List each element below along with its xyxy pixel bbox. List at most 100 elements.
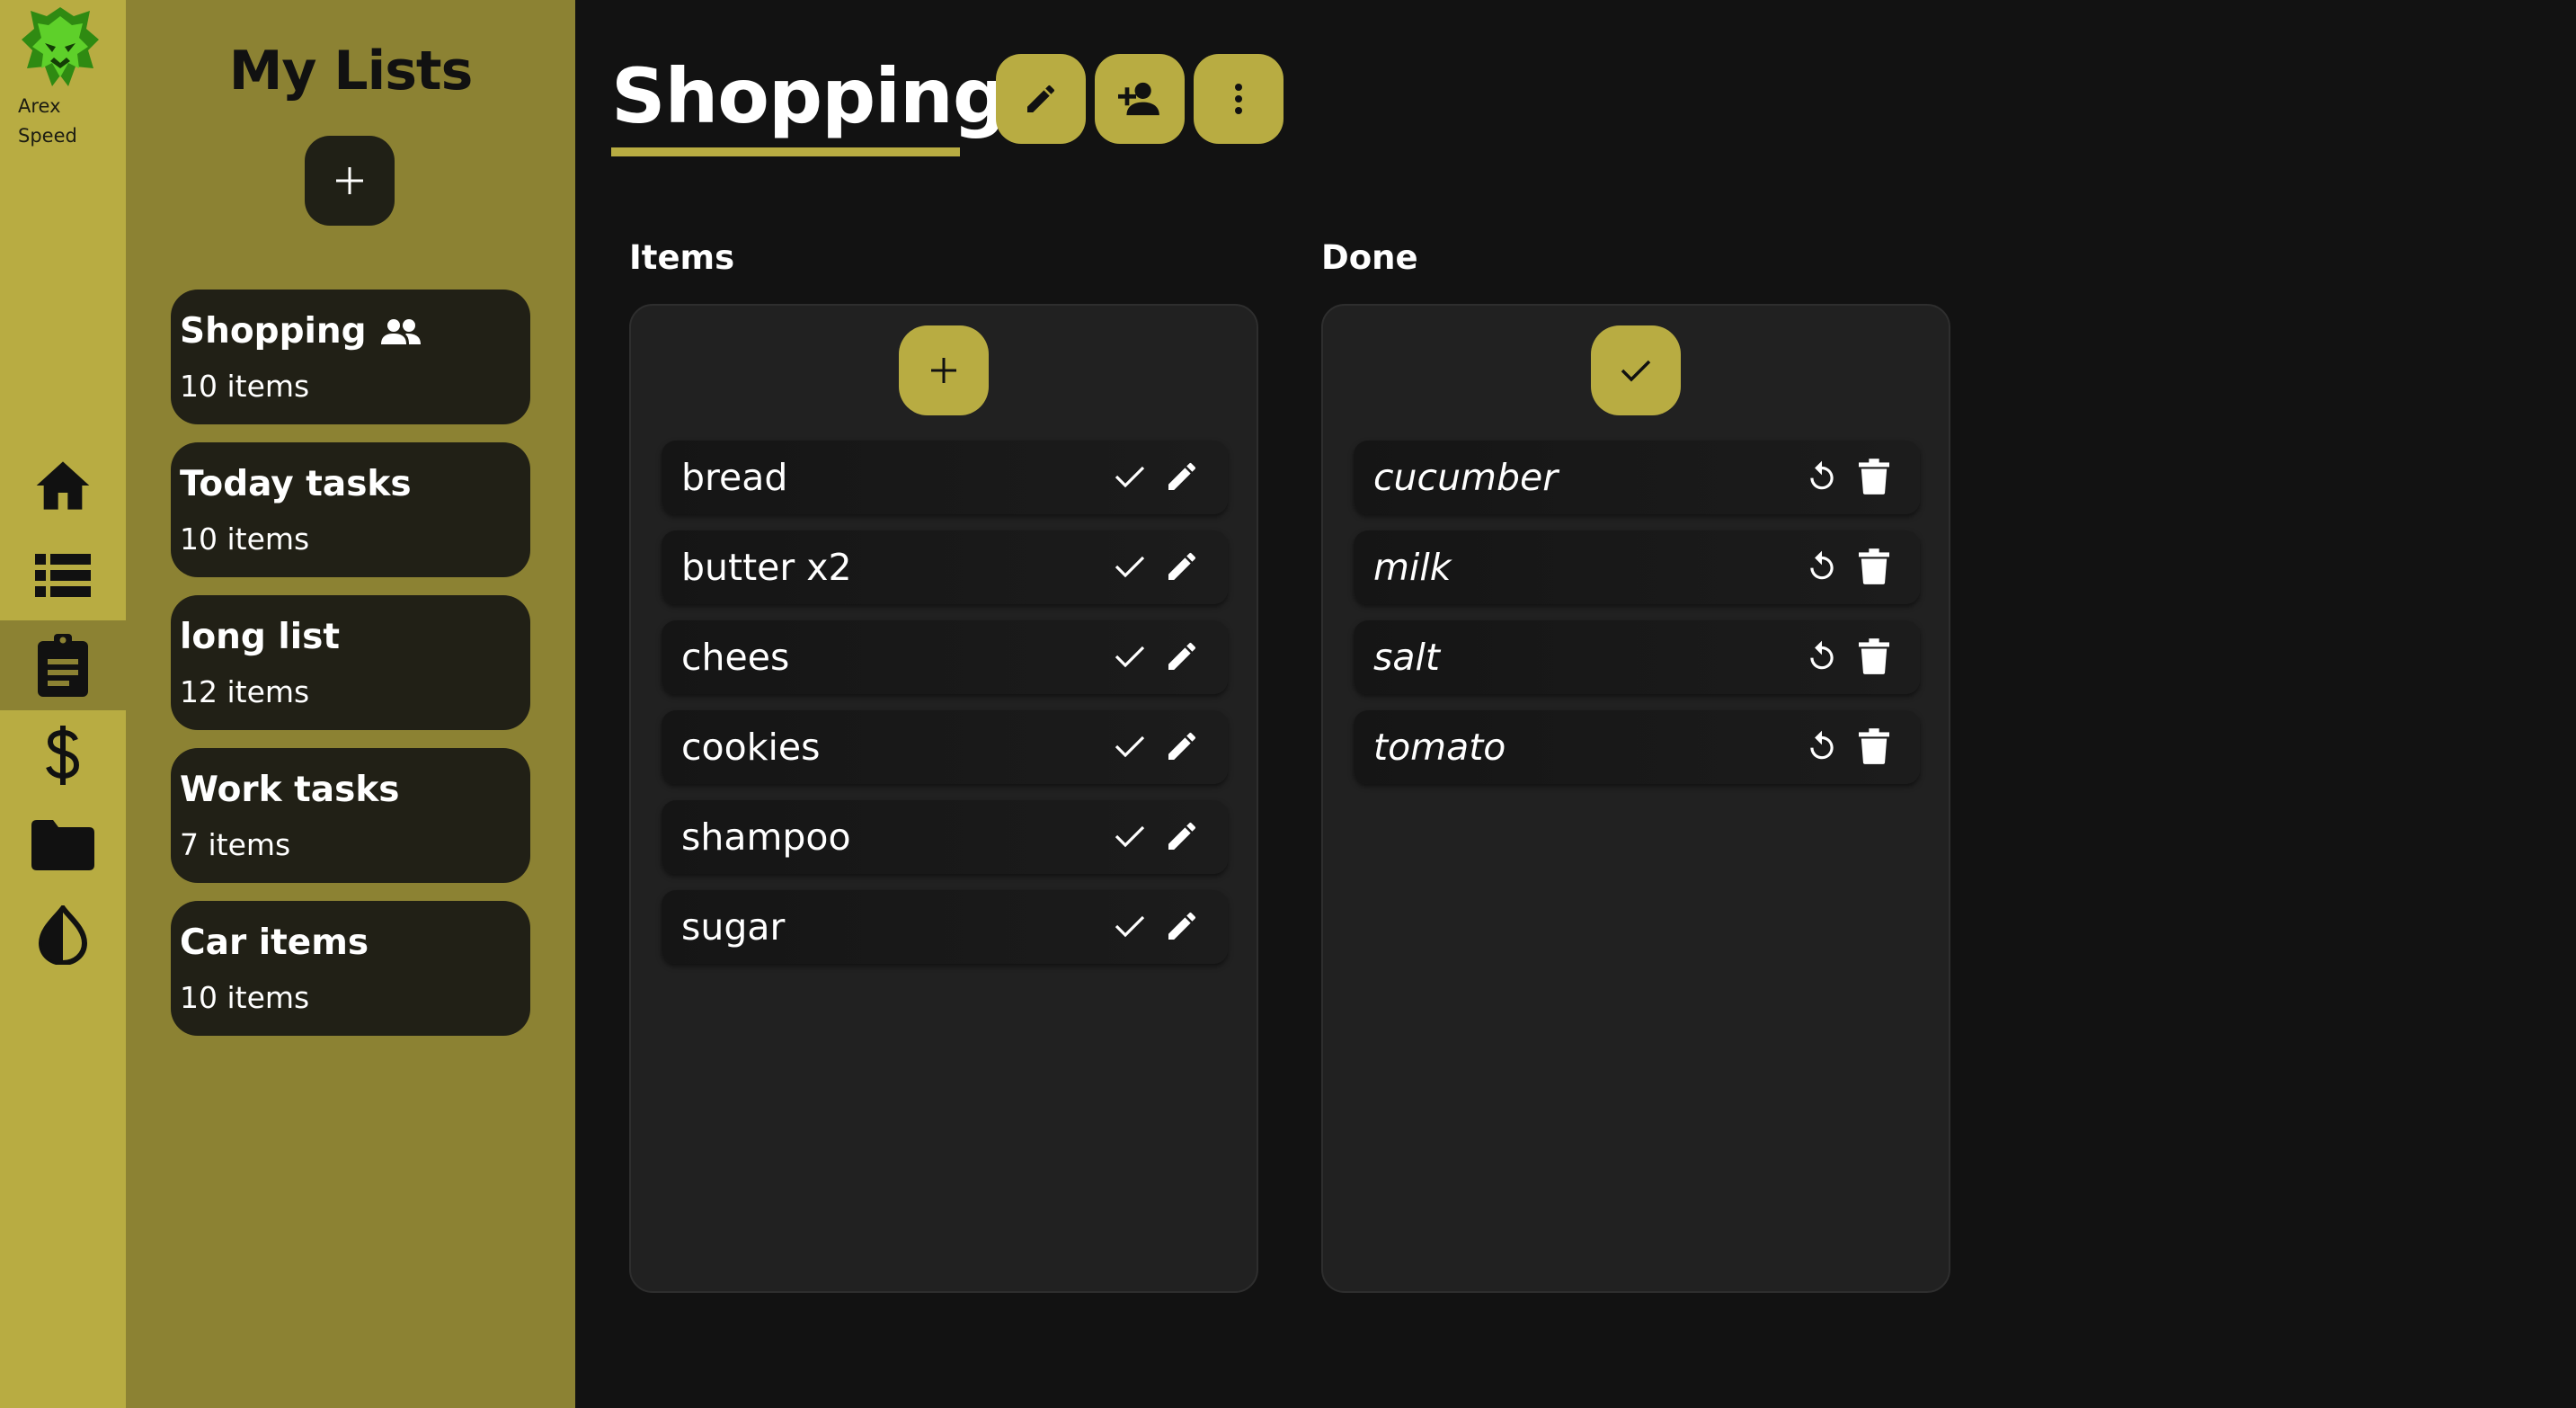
shared-group-icon: [380, 318, 421, 344]
list-item[interactable]: bread: [662, 441, 1228, 514]
items-column-title: Items: [629, 238, 735, 277]
done-column: cucumber milk salt tomato: [1321, 304, 1950, 1293]
edit-item-button[interactable]: [1158, 452, 1206, 501]
list-icon: [35, 554, 91, 597]
done-item[interactable]: tomato: [1354, 710, 1920, 784]
check-icon: [1115, 646, 1145, 668]
list-card-long-list[interactable]: long list 12 items: [171, 595, 530, 730]
nav-home[interactable]: [0, 441, 126, 530]
delete-item-button[interactable]: [1850, 542, 1898, 591]
check-item-button[interactable]: [1106, 722, 1154, 771]
restore-item-button[interactable]: [1798, 722, 1846, 771]
edit-item-button[interactable]: [1158, 812, 1206, 860]
undo-icon: [1810, 550, 1834, 580]
nav-rail: Arex Speed: [0, 0, 126, 1408]
pencil-icon: [1168, 642, 1195, 670]
lists-panel: My Lists Shopping 10 items Today tasks 1…: [126, 0, 575, 1408]
item-label: salt: [1373, 636, 1440, 679]
list-card-name: Today tasks: [180, 464, 412, 504]
restore-item-button[interactable]: [1798, 632, 1846, 681]
check-icon: [1115, 735, 1145, 758]
list-card-count: 10 items: [180, 369, 310, 404]
edit-item-button[interactable]: [1158, 902, 1206, 950]
trash-icon: [1859, 728, 1889, 764]
list-card-name: Shopping: [180, 311, 367, 352]
home-icon: [36, 461, 90, 510]
check-item-button[interactable]: [1106, 902, 1154, 950]
item-label: chees: [681, 636, 790, 679]
pencil-icon: [1168, 822, 1195, 850]
item-label: milk: [1373, 546, 1452, 589]
pencil-icon: [1168, 912, 1195, 940]
nav-lists[interactable]: [0, 530, 126, 620]
done-item[interactable]: milk: [1354, 530, 1920, 604]
item-label: tomato: [1373, 726, 1506, 769]
check-icon: [1115, 915, 1145, 938]
list-card-work-tasks[interactable]: Work tasks 7 items: [171, 748, 530, 883]
add-item-button[interactable]: [899, 325, 989, 415]
add-person-icon: [1118, 82, 1159, 116]
done-item[interactable]: cucumber: [1354, 441, 1920, 514]
list-item[interactable]: chees: [662, 620, 1228, 694]
list-item[interactable]: cookies: [662, 710, 1228, 784]
check-item-button[interactable]: [1106, 452, 1154, 501]
nav-tasks[interactable]: [0, 620, 126, 710]
item-label: shampoo: [681, 815, 851, 859]
check-icon: [1115, 825, 1145, 848]
share-list-button[interactable]: [1095, 54, 1185, 144]
nav-files[interactable]: [0, 800, 126, 890]
contrast-icon: [38, 905, 88, 965]
list-card-name: Car items: [180, 922, 369, 963]
trash-icon: [1859, 459, 1889, 495]
list-card-name: Work tasks: [180, 770, 400, 810]
restore-item-button[interactable]: [1798, 452, 1846, 501]
list-card-shopping[interactable]: Shopping 10 items: [171, 290, 530, 424]
list-card-count: 12 items: [180, 674, 310, 709]
complete-all-button[interactable]: [1591, 325, 1681, 415]
plus-icon: [336, 167, 363, 194]
more-vertical-icon: [1235, 84, 1242, 114]
lists-title: My Lists: [228, 40, 474, 102]
edit-item-button[interactable]: [1158, 632, 1206, 681]
items-column: bread butter x2 chees cookies shampoo sugar: [629, 304, 1258, 1293]
item-label: cookies: [681, 726, 821, 769]
avatar[interactable]: [18, 4, 102, 92]
delete-item-button[interactable]: [1850, 452, 1898, 501]
dollar-icon: [46, 726, 80, 785]
list-card-count: 10 items: [180, 521, 310, 557]
more-options-button[interactable]: [1194, 54, 1284, 144]
trash-icon: [1859, 548, 1889, 584]
list-item[interactable]: shampoo: [662, 800, 1228, 874]
delete-item-button[interactable]: [1850, 632, 1898, 681]
restore-item-button[interactable]: [1798, 542, 1846, 591]
nav-money[interactable]: [0, 710, 126, 800]
item-label: cucumber: [1373, 456, 1559, 499]
checkmark-icon: [1621, 360, 1651, 382]
list-card-today-tasks[interactable]: Today tasks 10 items: [171, 442, 530, 577]
plus-icon: [931, 358, 956, 383]
check-icon: [1115, 466, 1145, 488]
add-list-button[interactable]: [305, 136, 395, 226]
undo-icon: [1810, 460, 1834, 490]
edit-item-button[interactable]: [1158, 722, 1206, 771]
check-item-button[interactable]: [1106, 542, 1154, 591]
undo-icon: [1810, 640, 1834, 670]
pencil-icon: [1168, 732, 1195, 760]
pencil-icon: [1027, 85, 1054, 112]
done-column-title: Done: [1321, 238, 1418, 277]
check-item-button[interactable]: [1106, 632, 1154, 681]
item-label: bread: [681, 456, 788, 499]
edit-list-button[interactable]: [996, 54, 1086, 144]
list-item[interactable]: sugar: [662, 890, 1228, 964]
check-item-button[interactable]: [1106, 812, 1154, 860]
list-card-count: 7 items: [180, 827, 291, 862]
list-card-car-items[interactable]: Car items 10 items: [171, 901, 530, 1036]
delete-item-button[interactable]: [1850, 722, 1898, 771]
list-item[interactable]: butter x2: [662, 530, 1228, 604]
edit-item-button[interactable]: [1158, 542, 1206, 591]
done-item[interactable]: salt: [1354, 620, 1920, 694]
clipboard-icon: [38, 634, 88, 697]
pencil-icon: [1168, 552, 1195, 580]
page-title: Shopping: [611, 52, 1007, 140]
nav-theme[interactable]: [0, 890, 126, 980]
